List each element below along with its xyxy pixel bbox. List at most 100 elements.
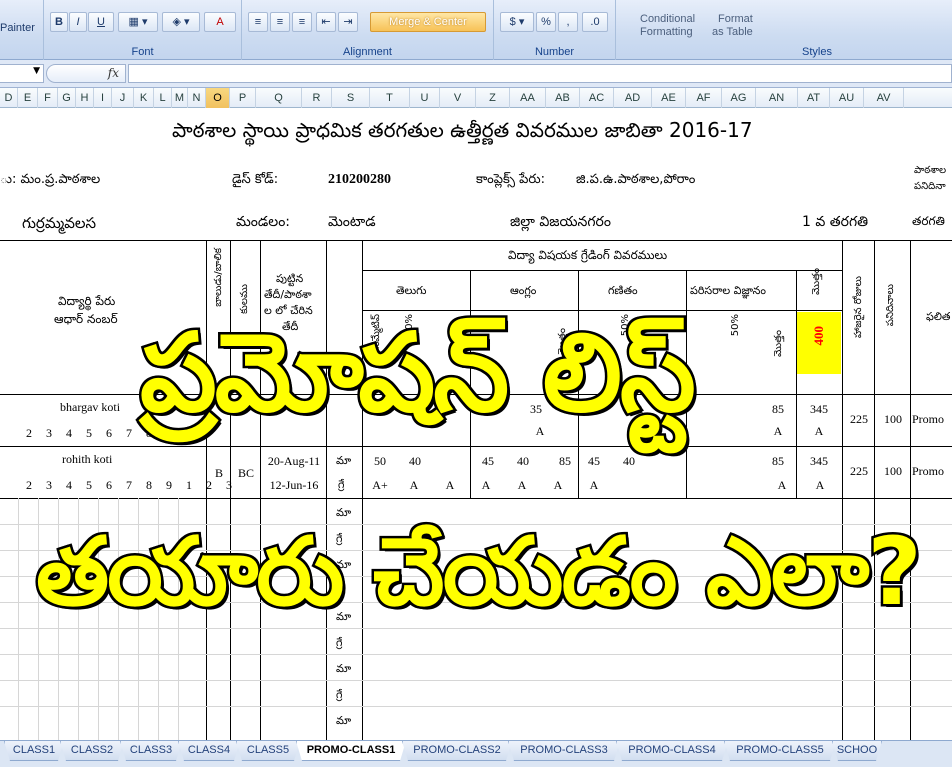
gender-header: బాలుడు/బాలిక bbox=[213, 248, 224, 307]
column-header-l[interactable]: L bbox=[154, 88, 172, 108]
column-header-n[interactable]: N bbox=[188, 88, 206, 108]
sheet-tab-class3[interactable]: CLASS3 bbox=[120, 741, 182, 761]
grading-header-border bbox=[362, 270, 842, 271]
formula-bar: ▼ fx bbox=[0, 60, 952, 88]
conditional-formatting-line1[interactable]: Conditional bbox=[640, 13, 695, 25]
column-header-ag[interactable]: AG bbox=[722, 88, 756, 108]
aadhaar-digit: 6 bbox=[106, 478, 112, 492]
fill-color-button[interactable]: ◈ ▾ bbox=[162, 12, 200, 32]
column-header-z[interactable]: Z bbox=[476, 88, 510, 108]
column-header-u[interactable]: U bbox=[410, 88, 440, 108]
attendance-header: హాజరైన రోజులు bbox=[853, 276, 864, 339]
grade-cell: A bbox=[481, 478, 491, 492]
ribbon: Painter B I U ▦ ▾ ◈ ▾ A Font ≡ ≡ ≡ ⇤ ⇥ M… bbox=[0, 0, 952, 60]
evs-sub-c: మొత్తం bbox=[773, 330, 784, 357]
sheet-tab-class4[interactable]: CLASS4 bbox=[178, 741, 240, 761]
merge-center-button[interactable]: Merge & Center bbox=[370, 12, 486, 32]
dise-code-value: 210200280 bbox=[328, 172, 391, 187]
align-center-button[interactable]: ≡ bbox=[270, 12, 290, 32]
column-header-h[interactable]: H bbox=[76, 88, 94, 108]
subject-english: ఆంగ్లం bbox=[510, 284, 537, 297]
insert-function-button[interactable]: fx bbox=[46, 64, 126, 83]
formula-input[interactable] bbox=[128, 64, 952, 83]
sheet-tab-promo-class5[interactable]: PROMO-CLASS5 bbox=[724, 741, 836, 761]
column-header-i[interactable]: I bbox=[94, 88, 112, 108]
column-header-aa[interactable]: AA bbox=[510, 88, 546, 108]
increase-indent-button[interactable]: ⇥ bbox=[338, 12, 358, 32]
column-header-f[interactable]: F bbox=[38, 88, 58, 108]
align-left-button[interactable]: ≡ bbox=[248, 12, 268, 32]
column-header-p[interactable]: P bbox=[230, 88, 256, 108]
italic-button[interactable]: I bbox=[69, 12, 87, 32]
column-header-t[interactable]: T bbox=[370, 88, 410, 108]
col-divider-total bbox=[842, 240, 843, 740]
grade-cell: A bbox=[517, 478, 527, 492]
sheet-tab-schoo[interactable]: SCHOO bbox=[832, 741, 882, 761]
conditional-formatting-line2[interactable]: Formatting bbox=[640, 26, 693, 38]
column-header-m[interactable]: M bbox=[172, 88, 188, 108]
column-header-q[interactable]: Q bbox=[256, 88, 302, 108]
column-header-af[interactable]: AF bbox=[686, 88, 722, 108]
decrease-indent-button[interactable]: ⇤ bbox=[316, 12, 336, 32]
alignment-group-label: Alignment bbox=[343, 46, 392, 58]
column-header-k[interactable]: K bbox=[134, 88, 154, 108]
decimal-button[interactable]: .0 bbox=[582, 12, 608, 32]
grade-cell: A+ bbox=[372, 478, 388, 492]
marks-cell: 40 bbox=[517, 454, 529, 468]
comma-button[interactable]: , bbox=[558, 12, 578, 32]
class-label: 1 వ తరగతి bbox=[802, 214, 869, 230]
sheet-tab-class1[interactable]: CLASS1 bbox=[4, 741, 64, 761]
aadhaar-header: ఆధార్ నంబర్ bbox=[54, 312, 118, 326]
sheet-tab-promo-class4[interactable]: PROMO-CLASS4 bbox=[616, 741, 728, 761]
column-header-an[interactable]: AN bbox=[756, 88, 798, 108]
column-header-ae[interactable]: AE bbox=[652, 88, 686, 108]
attendance-cell: 225 bbox=[850, 412, 868, 426]
sheet-tab-class2[interactable]: CLASS2 bbox=[60, 741, 124, 761]
name-box-dropdown-icon[interactable]: ▼ bbox=[33, 66, 40, 76]
complex-label: కాంప్లెక్స్ పేరు: bbox=[476, 172, 545, 187]
format-as-table-line2[interactable]: as Table bbox=[712, 26, 753, 38]
row-type-label: మా bbox=[336, 662, 352, 675]
row-type-label: గ్రే bbox=[336, 688, 343, 701]
bold-button[interactable]: B bbox=[50, 12, 68, 32]
column-header-v[interactable]: V bbox=[440, 88, 476, 108]
column-header-d[interactable]: D bbox=[0, 88, 18, 108]
marks-row-label: మా bbox=[336, 454, 352, 467]
overlay-title-line1: ప్రమోషన్ లిస్ట్ bbox=[138, 311, 699, 436]
aadhaar-digit: 2 bbox=[26, 426, 32, 440]
subject-maths: గణితం bbox=[608, 284, 638, 297]
column-header-ab[interactable]: AB bbox=[546, 88, 580, 108]
format-painter-button[interactable]: Painter bbox=[0, 22, 35, 34]
column-header-r[interactable]: R bbox=[302, 88, 332, 108]
column-header-e[interactable]: E bbox=[18, 88, 38, 108]
sheet-tab-class5[interactable]: CLASS5 bbox=[236, 741, 300, 761]
column-header-ac[interactable]: AC bbox=[580, 88, 614, 108]
evs-sub-b: 50% bbox=[730, 314, 741, 337]
column-header-s[interactable]: S bbox=[332, 88, 370, 108]
align-right-button[interactable]: ≡ bbox=[292, 12, 312, 32]
max-total-cell[interactable]: 400 bbox=[797, 312, 841, 374]
sheet-tab-promo-class3[interactable]: PROMO-CLASS3 bbox=[508, 741, 620, 761]
column-header-g[interactable]: G bbox=[58, 88, 76, 108]
column-header-at[interactable]: AT bbox=[798, 88, 830, 108]
column-header-j[interactable]: J bbox=[112, 88, 134, 108]
sheet-tab-promo-class2[interactable]: PROMO-CLASS2 bbox=[402, 741, 512, 761]
currency-button[interactable]: $ ▾ bbox=[500, 12, 534, 32]
dob-header-line1: పుట్టిన bbox=[276, 272, 304, 285]
format-as-table-line1[interactable]: Format bbox=[718, 13, 753, 25]
worksheet[interactable]: పాఠశాల స్థాయి ప్రాధమిక తరగతుల ఉత్తీర్ణత … bbox=[0, 108, 952, 740]
marks-cell: 85 bbox=[772, 402, 784, 416]
column-header-au[interactable]: AU bbox=[830, 88, 864, 108]
col-divider-working bbox=[910, 240, 911, 740]
name-box[interactable]: ▼ bbox=[0, 64, 44, 83]
percent-button[interactable]: % bbox=[536, 12, 556, 32]
sheet-tabs: CLASS1 CLASS2 CLASS3 CLASS4 CLASS5 PROMO-CLAS… bbox=[0, 740, 952, 767]
sheet-tab-promo-class1[interactable]: PROMO-CLASS1 bbox=[296, 741, 406, 761]
underline-button[interactable]: U bbox=[88, 12, 114, 32]
column-header-ad[interactable]: AD bbox=[614, 88, 652, 108]
column-header-o[interactable]: O bbox=[206, 88, 230, 108]
aadhaar-digit: 4 bbox=[66, 426, 72, 440]
borders-button[interactable]: ▦ ▾ bbox=[118, 12, 158, 32]
column-header-av[interactable]: AV bbox=[864, 88, 904, 108]
font-color-button[interactable]: A bbox=[204, 12, 236, 32]
